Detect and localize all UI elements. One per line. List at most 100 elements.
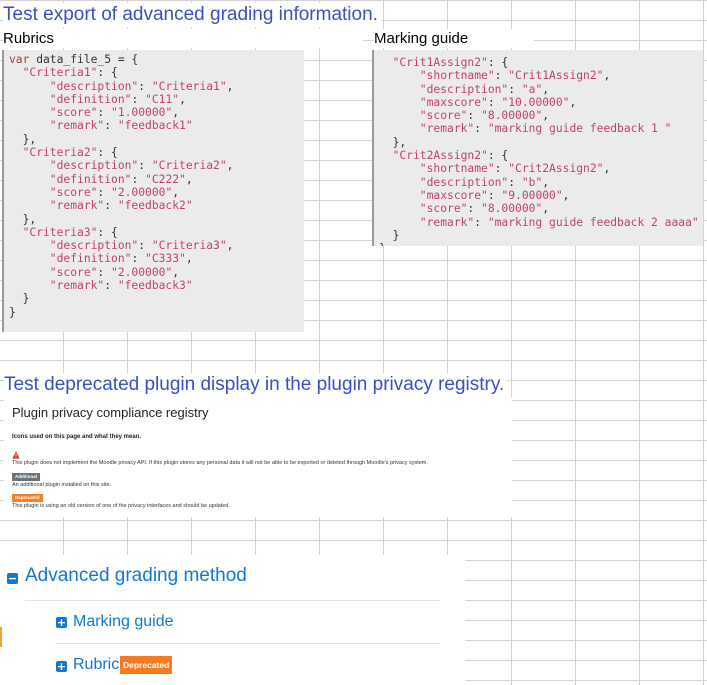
plus-square-icon[interactable]: + <box>56 661 67 672</box>
code-token: , <box>185 172 193 186</box>
code-line: "Criteria1": { <box>9 66 304 79</box>
code-token: , <box>226 79 234 93</box>
code-line: "definition": "C333", <box>9 252 304 265</box>
code-line: "score": "8.00000", <box>379 202 703 215</box>
rubric-link[interactable]: Rubric <box>73 656 119 674</box>
code-token: "feedback1" <box>117 119 193 133</box>
minus-square-icon[interactable]: − <box>7 573 18 584</box>
code-token: , <box>542 202 550 216</box>
code-token: } <box>379 228 400 242</box>
code-token: } <box>9 292 30 306</box>
code-token: var <box>9 53 30 66</box>
code-token: "Crit2Assign2" <box>508 162 604 176</box>
advanced-grading-title[interactable]: Advanced grading method <box>25 565 247 587</box>
code-token: "marking guide feedback 2 aaaa" <box>487 215 699 229</box>
code-token: : <box>494 162 509 176</box>
divider <box>25 600 440 601</box>
code-line: }, <box>9 133 304 146</box>
code-token: data_file_5 = { <box>29 53 139 66</box>
code-line: var data_file_5 = { <box>9 53 304 66</box>
code-token: , <box>226 159 234 173</box>
code-token: "1.00000" <box>111 106 173 120</box>
marking-guide-label: Marking guide <box>374 29 534 48</box>
code-token: : <box>138 239 152 253</box>
code-line: "description": "Criteria2", <box>9 159 304 172</box>
code-token: "score" <box>9 185 98 199</box>
code-token: : <box>131 252 146 266</box>
code-token: }, <box>379 135 407 149</box>
code-token: , <box>179 92 186 106</box>
code-token: , <box>172 106 180 120</box>
code-token: "Crit1Assign2" <box>379 56 488 69</box>
code-token: : <box>138 159 152 173</box>
code-token: "Criteria1" <box>9 66 98 80</box>
code-token: : <box>97 106 112 120</box>
marking-guide-link[interactable]: Marking guide <box>73 613 174 631</box>
code-line: "description": "a", <box>379 83 703 96</box>
advanced-grading-panel: − Advanced grading method + Marking guid… <box>0 555 465 685</box>
code-token: "remark" <box>9 199 105 213</box>
code-line: } <box>9 306 304 319</box>
code-token: : <box>97 265 112 279</box>
code-token: "remark" <box>379 122 475 136</box>
code-token: : <box>104 279 118 293</box>
code-token: } <box>379 242 386 246</box>
code-token: "Crit1Assign2" <box>508 69 604 83</box>
code-token: : { <box>97 146 118 160</box>
code-token: "Criteria1" <box>151 79 227 93</box>
code-line: "score": "1.00000", <box>9 106 304 119</box>
code-token: } <box>9 305 16 319</box>
code-token: "marking guide feedback 1 " <box>487 122 672 136</box>
code-line: "score": "2.00000", <box>9 266 304 279</box>
code-token: "remark" <box>379 215 475 229</box>
code-token: , <box>569 95 577 109</box>
code-token: : <box>494 69 509 83</box>
code-line: "Criteria2": { <box>9 146 304 159</box>
code-token: "shortname" <box>379 69 495 83</box>
code-token: "score" <box>9 265 98 279</box>
code-token: "Criteria3" <box>9 225 98 239</box>
code-token: "8.00000" <box>481 109 543 123</box>
divider <box>56 643 440 644</box>
code-token: : { <box>97 225 118 239</box>
code-line: "remark": "feedback1" <box>9 119 304 132</box>
code-token: "definition" <box>9 252 132 266</box>
additional-description: An additional plugin installed on this s… <box>12 482 112 488</box>
code-token: : { <box>97 66 118 80</box>
code-token: "a" <box>521 82 543 96</box>
code-token: : <box>467 202 482 216</box>
code-token: : <box>104 199 118 213</box>
code-line: "score": "8.00000", <box>379 109 703 122</box>
privacy-registry-panel: Plugin privacy compliance registry Icons… <box>4 397 512 517</box>
code-line: "definition": "C11", <box>9 93 304 106</box>
code-token: "Criteria3" <box>151 239 227 253</box>
deprecated-description: This plugin is using an old version of o… <box>12 503 230 509</box>
code-token: : <box>508 175 522 189</box>
code-line: }, <box>9 213 304 226</box>
code-token: "score" <box>379 202 468 216</box>
code-token: "b" <box>521 175 543 189</box>
code-line: "maxscore": "10.00000", <box>379 96 703 109</box>
code-line: "remark": "marking guide feedback 1 " <box>379 122 703 135</box>
code-token: "C222" <box>145 172 186 186</box>
code-token: "shortname" <box>379 162 495 176</box>
code-line: "description": "b", <box>379 176 703 189</box>
code-token: : { <box>487 56 509 69</box>
rubrics-code-block: var data_file_5 = { "Criteria1": { "desc… <box>2 50 304 332</box>
plus-square-icon[interactable]: + <box>56 617 67 628</box>
code-line: "description": "Criteria3", <box>9 239 304 252</box>
code-line: "Criteria3": { <box>9 226 304 239</box>
code-line: "remark": "feedback2" <box>9 199 304 212</box>
code-line: }, <box>379 136 703 149</box>
code-token: "description" <box>9 239 139 253</box>
code-token: "feedback2" <box>117 199 193 213</box>
code-token: "maxscore" <box>379 95 488 109</box>
code-token: , <box>562 188 570 202</box>
icons-legend-heading: Icons used on this page and what they me… <box>12 434 142 440</box>
code-token: "Criteria2" <box>151 159 227 173</box>
code-token: : <box>474 215 488 229</box>
code-line: } <box>9 292 304 305</box>
code-line: "remark": "feedback3" <box>9 279 304 292</box>
code-token: "maxscore" <box>379 188 488 202</box>
warning-triangle-icon <box>12 451 20 459</box>
